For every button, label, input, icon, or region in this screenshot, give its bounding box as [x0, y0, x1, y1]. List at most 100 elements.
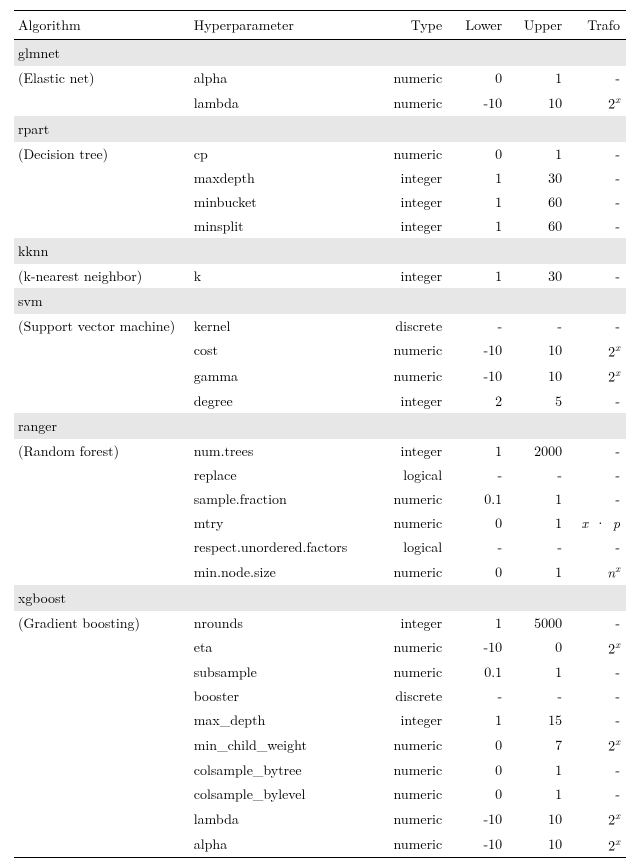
- lower-cell: 0: [448, 758, 508, 782]
- type-cell: discrete: [376, 684, 448, 708]
- type-cell: numeric: [376, 635, 448, 661]
- hyperparameter-cell: alpha: [190, 66, 376, 90]
- col-hyperparameter: Hyperparameter: [190, 11, 376, 40]
- hyperparameter-cell: max_depth: [190, 708, 376, 732]
- type-cell: numeric: [376, 338, 448, 364]
- algorithm-description: [14, 214, 190, 238]
- lower-cell: 1: [448, 439, 508, 463]
- header-row: Algorithm Hyperparameter Type Lower Uppe…: [14, 11, 626, 40]
- lower-cell: 1: [448, 611, 508, 635]
- trafo-cell: -: [568, 314, 626, 338]
- trafo-cell: -: [568, 166, 626, 190]
- col-algorithm: Algorithm: [14, 11, 190, 40]
- trafo-cell: -: [568, 684, 626, 708]
- table-row: (Decision tree)cpnumeric01-: [14, 142, 626, 166]
- hyperparameter-cell: lambda: [190, 806, 376, 832]
- lower-cell: -: [448, 463, 508, 487]
- trafo-cell: -: [568, 190, 626, 214]
- section-row: svm: [14, 288, 626, 314]
- hyperparameter-cell: respect.unordered.factors: [190, 535, 376, 559]
- upper-cell: 15: [508, 708, 568, 732]
- algorithm-description: (k-nearest neighbor): [14, 264, 190, 288]
- upper-cell: 30: [508, 264, 568, 288]
- hyperparameter-cell: k: [190, 264, 376, 288]
- upper-cell: 60: [508, 214, 568, 238]
- algorithm-description: [14, 338, 190, 364]
- upper-cell: 10: [508, 90, 568, 116]
- table-row: lambdanumeric-10102x: [14, 90, 626, 116]
- algorithm-description: [14, 832, 190, 858]
- algorithm-description: [14, 511, 190, 535]
- upper-cell: 10: [508, 338, 568, 364]
- table-row: max_depthinteger115-: [14, 708, 626, 732]
- hyperparameter-cell: colsample_bylevel: [190, 782, 376, 806]
- section-row: xgboost: [14, 585, 626, 611]
- hyperparameter-cell: subsample: [190, 660, 376, 684]
- upper-cell: 0: [508, 635, 568, 661]
- hyperparameter-table: Algorithm Hyperparameter Type Lower Uppe…: [14, 10, 626, 858]
- trafo-cell: -: [568, 439, 626, 463]
- lower-cell: 0: [448, 142, 508, 166]
- type-cell: integer: [376, 611, 448, 635]
- algorithm-description: [14, 635, 190, 661]
- table-row: gammanumeric-10102x: [14, 363, 626, 389]
- hyperparameter-cell: maxdepth: [190, 166, 376, 190]
- section-label: ranger: [14, 413, 626, 439]
- upper-cell: -: [508, 535, 568, 559]
- lower-cell: -: [448, 314, 508, 338]
- lower-cell: 0: [448, 66, 508, 90]
- upper-cell: 10: [508, 806, 568, 832]
- hyperparameter-cell: cost: [190, 338, 376, 364]
- algorithm-description: [14, 806, 190, 832]
- algorithm-description: [14, 559, 190, 585]
- algorithm-description: (Elastic net): [14, 66, 190, 90]
- table-row: degreeinteger25-: [14, 389, 626, 413]
- trafo-cell: -: [568, 758, 626, 782]
- algorithm-description: [14, 487, 190, 511]
- lower-cell: -: [448, 535, 508, 559]
- trafo-cell: -: [568, 214, 626, 238]
- lower-cell: -10: [448, 338, 508, 364]
- table-row: colsample_bylevelnumeric01-: [14, 782, 626, 806]
- type-cell: numeric: [376, 660, 448, 684]
- trafo-cell: 2x: [568, 338, 626, 364]
- type-cell: numeric: [376, 559, 448, 585]
- hyperparameter-cell: minsplit: [190, 214, 376, 238]
- type-cell: numeric: [376, 782, 448, 806]
- hyperparameter-cell: replace: [190, 463, 376, 487]
- hyperparameter-cell: num.trees: [190, 439, 376, 463]
- type-cell: numeric: [376, 832, 448, 858]
- algorithm-description: (Decision tree): [14, 142, 190, 166]
- hyperparameter-cell: minbucket: [190, 190, 376, 214]
- col-lower: Lower: [448, 11, 508, 40]
- section-row: glmnet: [14, 40, 626, 67]
- upper-cell: 1: [508, 660, 568, 684]
- upper-cell: 60: [508, 190, 568, 214]
- hyperparameter-cell: kernel: [190, 314, 376, 338]
- col-trafo: Trafo: [568, 11, 626, 40]
- algorithm-description: [14, 708, 190, 732]
- upper-cell: 1: [508, 559, 568, 585]
- hyperparameter-cell: min_child_weight: [190, 732, 376, 758]
- lower-cell: 0.1: [448, 660, 508, 684]
- lower-cell: 1: [448, 166, 508, 190]
- table-row: maxdepthinteger130-: [14, 166, 626, 190]
- upper-cell: 1: [508, 782, 568, 806]
- table-row: boosterdiscrete---: [14, 684, 626, 708]
- upper-cell: 1: [508, 487, 568, 511]
- algorithm-description: [14, 389, 190, 413]
- trafo-cell: -: [568, 535, 626, 559]
- type-cell: numeric: [376, 142, 448, 166]
- trafo-cell: -: [568, 389, 626, 413]
- type-cell: numeric: [376, 90, 448, 116]
- type-cell: numeric: [376, 487, 448, 511]
- trafo-cell: -: [568, 708, 626, 732]
- type-cell: integer: [376, 264, 448, 288]
- algorithm-description: (Random forest): [14, 439, 190, 463]
- section-label: kknn: [14, 238, 626, 264]
- trafo-cell: -: [568, 611, 626, 635]
- lower-cell: 1: [448, 264, 508, 288]
- trafo-cell: 2x: [568, 90, 626, 116]
- algorithm-description: [14, 758, 190, 782]
- lower-cell: 0: [448, 511, 508, 535]
